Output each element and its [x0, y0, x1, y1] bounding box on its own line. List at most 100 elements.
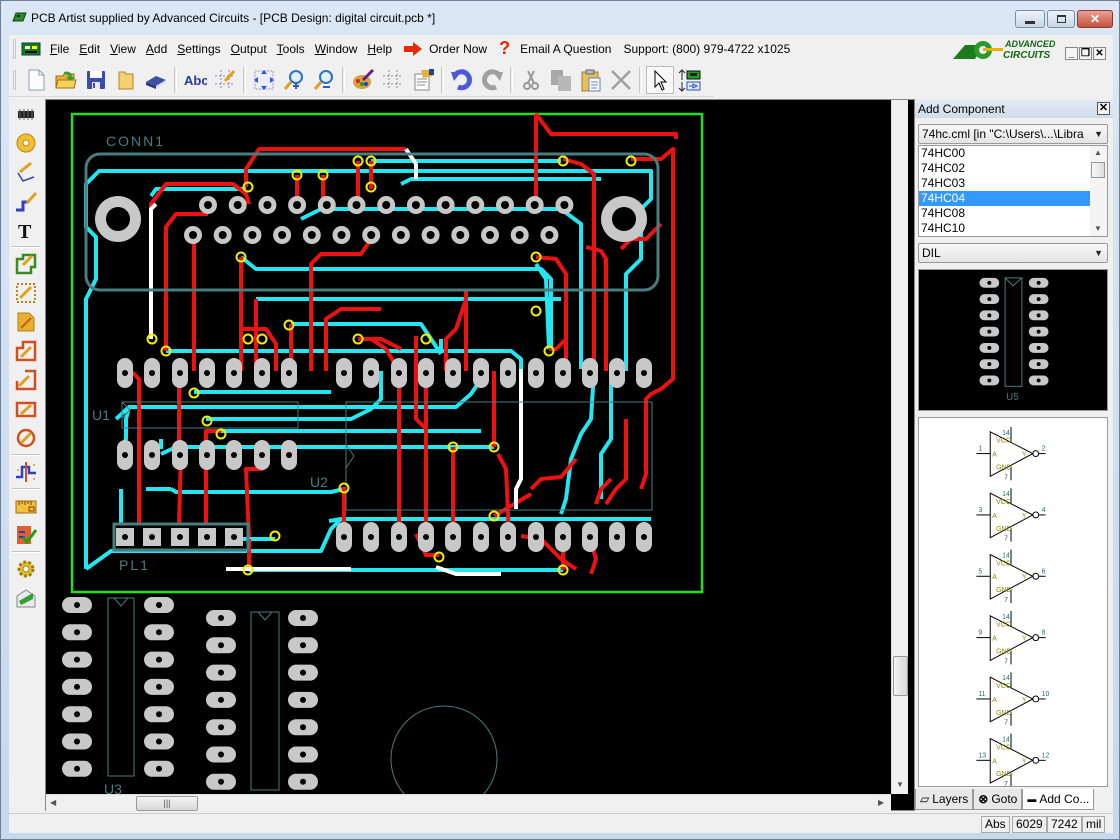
- component-list-scrollbar[interactable]: ▲ ▼: [1090, 146, 1107, 236]
- vertical-scroll-thumb[interactable]: [893, 656, 908, 696]
- copy-button[interactable]: [547, 66, 575, 94]
- bottom-track[interactable]: [239, 255, 553, 349]
- grid-edit-button[interactable]: [211, 66, 239, 94]
- minimize-button[interactable]: [1015, 10, 1045, 28]
- add-text-tool[interactable]: T: [12, 216, 40, 244]
- tab-add-component[interactable]: ▬ Add Co...: [1022, 789, 1095, 810]
- component-list-item[interactable]: 74HC03: [919, 176, 1091, 191]
- menu-settings[interactable]: Settings: [172, 39, 225, 59]
- selected-track[interactable]: [514, 369, 523, 509]
- pad-hole: [177, 452, 183, 458]
- order-now-button[interactable]: Order Now: [397, 41, 493, 57]
- add-connection-tool[interactable]: [12, 158, 40, 186]
- scroll-down-arrow-icon[interactable]: ▼: [896, 780, 904, 789]
- bottom-track[interactable]: [328, 517, 342, 523]
- add-area-tool[interactable]: [12, 337, 40, 365]
- pcb-design-canvas[interactable]: CONN1 U1 U2 PL1 U3: [46, 100, 891, 794]
- spell-check-button[interactable]: Abc: [181, 66, 209, 94]
- design-rule-check-tool[interactable]: [12, 521, 40, 549]
- bottom-track[interactable]: [559, 370, 596, 515]
- route-tool[interactable]: [12, 458, 40, 486]
- advanced-circuits-logo[interactable]: ADVANCED CIRCUITS: [953, 37, 1059, 61]
- new-file-button[interactable]: [22, 66, 50, 94]
- horizontal-scrollbar[interactable]: ◀ ||| ▶: [46, 794, 891, 811]
- menu-view[interactable]: View: [105, 39, 141, 59]
- menu-tools[interactable]: Tools: [272, 39, 310, 59]
- settings-gear-tool[interactable]: [12, 555, 40, 583]
- horizontal-scroll-thumb[interactable]: |||: [136, 796, 198, 811]
- component-list[interactable]: 74HC00 74HC02 74HC03 74HC04 74HC08 74HC1…: [918, 145, 1108, 237]
- add-shape-tool[interactable]: [12, 279, 40, 307]
- cut-button[interactable]: [517, 66, 545, 94]
- add-track-tool[interactable]: [12, 187, 40, 215]
- library-select[interactable]: 74hc.cml [in "C:\Users\...\Libra ▼: [918, 124, 1108, 144]
- scroll-up-arrow-icon[interactable]: ▲: [1094, 148, 1102, 157]
- delete-button[interactable]: [607, 66, 635, 94]
- add-rectangle-tool[interactable]: [12, 395, 40, 423]
- add-keepout-tool[interactable]: [12, 366, 40, 394]
- undo-button[interactable]: [448, 66, 476, 94]
- via[interactable]: [530, 305, 542, 317]
- zoom-fit-button[interactable]: [250, 66, 278, 94]
- u3-body-outline[interactable]: [107, 597, 135, 777]
- menubar-grip[interactable]: [13, 38, 16, 59]
- menu-output[interactable]: Output: [226, 39, 272, 59]
- menu-add[interactable]: Add: [141, 39, 172, 59]
- scroll-right-arrow-icon[interactable]: ▶: [878, 798, 884, 807]
- package-select[interactable]: DIL ▼: [918, 243, 1108, 263]
- bottom-track[interactable]: [400, 177, 601, 186]
- component-list-item[interactable]: 74HC02: [919, 161, 1091, 176]
- vertical-scrollbar[interactable]: ▼: [891, 100, 908, 794]
- component-list-item[interactable]: 74HC00: [919, 146, 1091, 161]
- add-board-outline-tool[interactable]: [12, 250, 40, 278]
- u4-body-outline[interactable]: [250, 611, 280, 791]
- add-component-tool[interactable]: [12, 100, 40, 128]
- open-folder-button[interactable]: [112, 66, 140, 94]
- close-button[interactable]: ✕: [1077, 10, 1113, 28]
- component-list-item[interactable]: 74HC10: [919, 221, 1091, 236]
- menu-edit[interactable]: Edit: [74, 39, 105, 59]
- redo-button[interactable]: [478, 66, 506, 94]
- menu-help[interactable]: Help: [362, 39, 397, 59]
- mdi-minimize-button[interactable]: _: [1065, 47, 1078, 60]
- mdi-restore-button[interactable]: ❐: [1079, 47, 1092, 60]
- zoom-out-button[interactable]: [310, 66, 338, 94]
- panel-close-button[interactable]: ✕: [1097, 102, 1110, 115]
- zoom-in-button[interactable]: [280, 66, 308, 94]
- scroll-down-arrow-icon[interactable]: ▼: [1094, 224, 1102, 233]
- properties-button[interactable]: [409, 66, 437, 94]
- add-copper-pour-tool[interactable]: [12, 308, 40, 336]
- grid-button[interactable]: [379, 66, 407, 94]
- select-pointer-button[interactable]: [646, 65, 674, 94]
- top-track[interactable]: [492, 492, 533, 518]
- toolbar-grip[interactable]: [13, 69, 16, 90]
- add-pad-tool[interactable]: [12, 129, 40, 157]
- component-list-item-selected[interactable]: 74HC04: [919, 191, 1091, 206]
- tab-goto[interactable]: ⊗ Goto: [973, 789, 1023, 810]
- via[interactable]: [242, 333, 254, 345]
- email-question-button[interactable]: ? Email A Question: [493, 38, 617, 59]
- component-list-scroll-thumb[interactable]: [1091, 162, 1105, 178]
- top-track[interactable]: [534, 112, 678, 139]
- colours-button[interactable]: [349, 66, 377, 94]
- scroll-left-arrow-icon[interactable]: ◀: [50, 798, 56, 807]
- library-button[interactable]: [142, 66, 170, 94]
- maximize-button[interactable]: [1047, 10, 1075, 28]
- send-email-tool[interactable]: [12, 584, 40, 612]
- menu-file[interactable]: File: [45, 39, 74, 59]
- bottom-track[interactable]: [149, 187, 246, 198]
- layer-switch-button[interactable]: [676, 66, 704, 94]
- save-button[interactable]: [82, 66, 110, 94]
- paste-button[interactable]: [577, 66, 605, 94]
- pcb-menu-icon[interactable]: [21, 41, 41, 57]
- tab-layers[interactable]: ▱ Layers: [915, 789, 974, 810]
- selected-track[interactable]: [149, 202, 158, 339]
- circle-outline[interactable]: [390, 705, 498, 794]
- open-file-button[interactable]: [52, 66, 80, 94]
- measure-tool[interactable]: [12, 492, 40, 520]
- component-list-item[interactable]: 74HC08: [919, 206, 1091, 221]
- add-circle-tool[interactable]: [12, 424, 40, 452]
- mdi-close-button[interactable]: ✕: [1093, 47, 1106, 60]
- menu-window[interactable]: Window: [310, 39, 363, 59]
- via[interactable]: [256, 333, 268, 345]
